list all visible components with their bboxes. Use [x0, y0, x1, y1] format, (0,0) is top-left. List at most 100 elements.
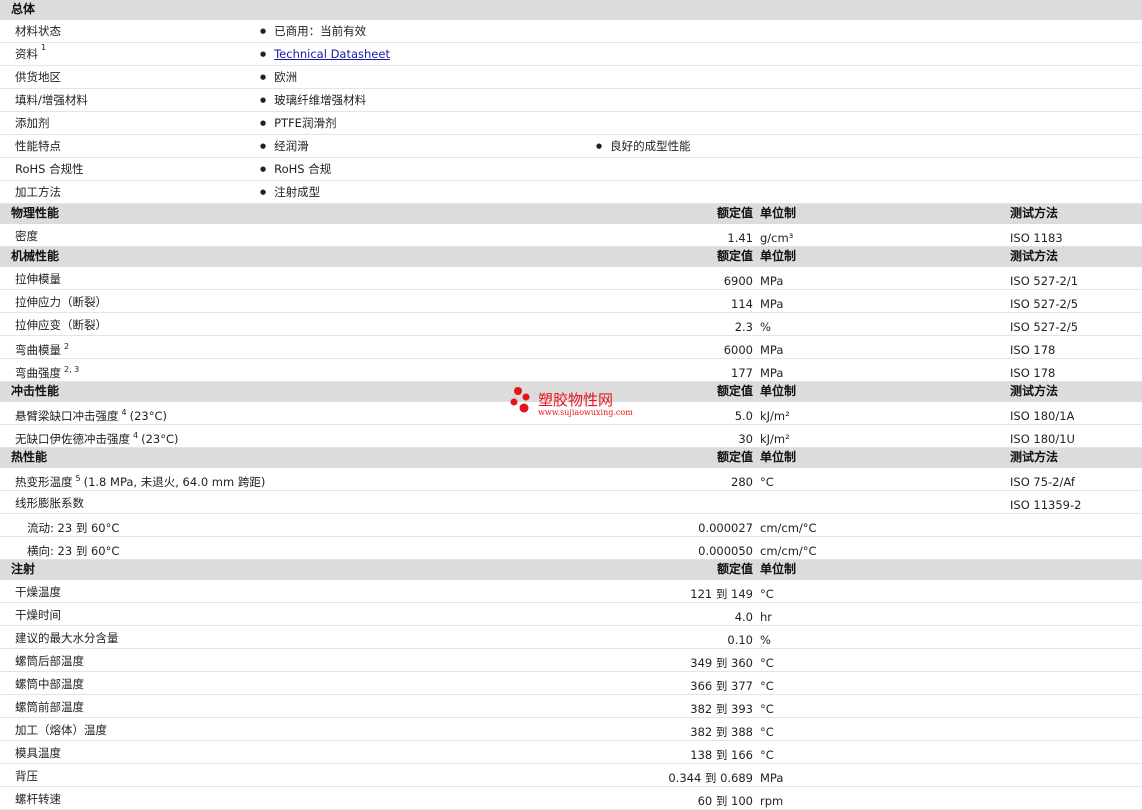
header-method: 测试方法 [1010, 450, 1059, 464]
property-row: 流动: 23 到 60°C 0.000027 cm/cm/°C [0, 514, 1142, 537]
property-value[interactable]: Technical Datasheet [260, 47, 390, 61]
property-row: 拉伸模量 6900 MPa ISO 527-2/1 [0, 267, 1142, 290]
property-label: 加工（熔体）温度 [15, 723, 107, 737]
property-label-group: 螺筒中部温度 [15, 678, 84, 691]
unit-value: °C [760, 748, 774, 762]
general-row: 性能特点 经润滑 良好的成型性能 [0, 135, 1142, 158]
property-label: 横向: 23 到 60°C [27, 544, 120, 558]
property-row: 弯曲强度 2, 3 177 MPa ISO 178 [0, 359, 1142, 382]
unit-value: cm/cm/°C [760, 544, 817, 558]
property-label-group: 拉伸模量 [15, 272, 61, 286]
unit-value: °C [760, 475, 774, 489]
property-label: 模具温度 [15, 746, 61, 760]
footnote-ref: 1 [41, 43, 47, 52]
nominal-value: 5.0 [734, 409, 753, 423]
property-row: 拉伸应力（断裂） 114 MPa ISO 527-2/5 [0, 290, 1142, 313]
datasheet-link[interactable]: Technical Datasheet [274, 47, 390, 61]
property-label-group: 无缺口伊佐德冲击强度 4 (23°C) [15, 432, 178, 445]
property-row: 加工（熔体）温度 382 到 388 °C [0, 718, 1142, 741]
nominal-value: 121 到 149 [690, 587, 753, 601]
property-label: 线形膨胀系数 [15, 496, 84, 510]
unit-value: °C [760, 702, 774, 716]
property-label: 拉伸模量 [15, 272, 61, 286]
unit-value: g/cm³ [760, 231, 794, 245]
nominal-value: 366 到 377 [690, 679, 753, 693]
property-value: 经润滑 [260, 140, 309, 153]
property-value: 已商用：当前有效 [260, 25, 366, 38]
property-label-group: 热变形温度 5 (1.8 MPa, 未退火, 64.0 mm 跨距) [15, 475, 265, 488]
property-label: 建议的最大水分含量 [15, 631, 119, 645]
section-header-general: 总体 [0, 0, 1142, 20]
general-row: 加工方法 注射成型 [0, 181, 1142, 204]
property-row: 干燥温度 121 到 149 °C [0, 580, 1142, 603]
property-value-text: 欧洲 [274, 70, 298, 84]
section-title: 物理性能 [11, 206, 60, 220]
property-row: 螺筒后部温度 349 到 360 °C [0, 649, 1142, 672]
section-header: 物理性能 额定值 单位制 测试方法 [0, 204, 1142, 224]
unit-value: % [760, 320, 771, 334]
header-method: 测试方法 [1010, 384, 1059, 398]
property-value-text: 注射成型 [274, 185, 321, 199]
property-row: 弯曲模量 2 6000 MPa ISO 178 [0, 336, 1142, 359]
property-value: RoHS 合规 [260, 162, 332, 176]
section-title: 总体 [11, 2, 36, 16]
footnote-ref: 5 [75, 474, 81, 483]
condition-note: (23°C) [141, 431, 179, 446]
nominal-value: 6900 [723, 274, 753, 288]
property-value-text: 玻璃纤维增强材料 [274, 93, 367, 107]
property-label-group: 建议的最大水分含量 [15, 631, 119, 645]
section-header: 注射 额定值 单位制 [0, 560, 1142, 580]
property-label: 弯曲强度 [15, 365, 61, 380]
property-label: 干燥温度 [15, 585, 61, 599]
property-label: RoHS 合规性 [15, 162, 84, 176]
property-label-group: 干燥温度 [15, 585, 61, 599]
property-value: PTFE润滑剂 [260, 117, 336, 130]
property-label: 干燥时间 [15, 608, 61, 622]
unit-value: cm/cm/°C [760, 521, 817, 535]
property-label: 流动: 23 到 60°C [27, 521, 120, 535]
property-label: 螺杆转速 [15, 792, 61, 806]
nominal-value: 6000 [723, 343, 753, 357]
property-label-group: 螺筒前部温度 [15, 700, 84, 714]
general-row: 填料/增强材料 玻璃纤维增强材料 [0, 89, 1142, 112]
test-method: ISO 527-2/1 [1010, 274, 1079, 288]
header-nominal: 额定值 [716, 562, 753, 576]
property-label: 供货地区 [15, 70, 61, 84]
unit-value: °C [760, 656, 774, 670]
property-label: 弯曲模量 [15, 342, 61, 357]
general-row: 供货地区 欧洲 [0, 66, 1142, 89]
property-label: 热变形温度 [15, 474, 73, 489]
property-value: 玻璃纤维增强材料 [260, 93, 367, 107]
unit-value: MPa [760, 366, 784, 380]
watermark-title: 塑胶物性网 [538, 391, 614, 409]
footnote-ref: 2 [64, 342, 70, 351]
property-value-text: RoHS 合规 [274, 162, 332, 176]
nominal-value: 280 [731, 475, 753, 489]
general-row: RoHS 合规性 RoHS 合规 [0, 158, 1142, 181]
property-label: 材料状态 [15, 24, 61, 38]
property-row: 干燥时间 4.0 hr [0, 603, 1142, 626]
test-method: ISO 527-2/5 [1010, 297, 1079, 311]
property-label-group: 流动: 23 到 60°C [27, 521, 120, 535]
nominal-value: 349 到 360 [690, 656, 753, 670]
property-row: 建议的最大水分含量 0.10% [0, 626, 1142, 649]
unit-value: MPa [760, 274, 784, 288]
property-label-group: 模具温度 [15, 746, 61, 760]
property-row: 螺筒中部温度 366 到 377 °C [0, 672, 1142, 695]
test-method: ISO 180/1A [1010, 409, 1075, 423]
header-unit: 单位制 [760, 206, 797, 220]
condition-note: (23°C) [129, 408, 167, 423]
test-method: ISO 178 [1010, 343, 1056, 357]
unit-value: MPa [760, 343, 784, 357]
unit-value: kJ/m² [760, 432, 790, 446]
property-label: 填料/增强材料 [15, 93, 88, 107]
test-method: ISO 527-2/5 [1010, 320, 1079, 334]
property-label: 拉伸应力（断裂） [15, 295, 107, 309]
test-method: ISO 180/1U [1010, 432, 1075, 446]
property-label: 背压 [15, 769, 38, 783]
header-method: 测试方法 [1010, 206, 1059, 220]
property-label: 螺筒前部温度 [15, 700, 84, 714]
nominal-value: 4.0 [734, 610, 753, 624]
property-row: 密度 1.41 g/cm³ ISO 1183 [0, 224, 1142, 247]
property-label: 拉伸应变（断裂） [15, 318, 107, 332]
